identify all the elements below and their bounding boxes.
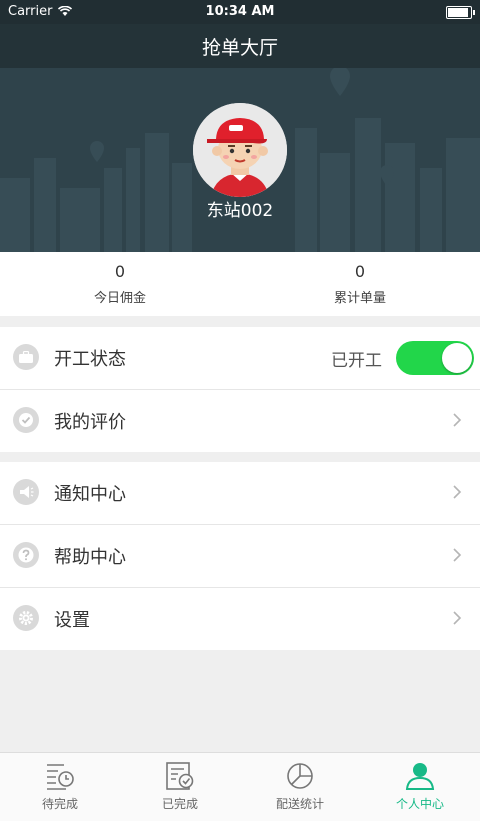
notification-center-label: 通知中心	[54, 484, 126, 505]
tab-label: 个人中心	[395, 797, 444, 811]
chevron-right-icon	[453, 548, 462, 562]
stats-bar: 0 今日佣金 0 累计单量	[0, 252, 480, 316]
tab-delivery-stats[interactable]: 配送统计	[240, 753, 360, 821]
settings-row[interactable]: 设置	[0, 588, 480, 650]
toggle-knob	[442, 343, 472, 373]
stat-today-commission[interactable]: 0 今日佣金	[0, 252, 240, 316]
tab-label: 已完成	[161, 797, 198, 811]
my-reviews-label: 我的评价	[54, 412, 126, 433]
stat-value: 0	[114, 262, 126, 281]
work-settings-group: 开工状态 已开工 我的评价	[0, 327, 480, 452]
work-status-toggle[interactable]	[396, 341, 474, 375]
question-mark-icon	[13, 542, 39, 568]
help-center-row[interactable]: 帮助中心	[0, 525, 480, 588]
avatar[interactable]	[193, 103, 287, 197]
stat-label: 今日佣金	[93, 291, 146, 306]
info-menu-group: 通知中心 帮助中心 设置	[0, 462, 480, 650]
megaphone-icon	[13, 479, 39, 505]
clock: 10:34 AM	[205, 4, 275, 19]
work-status-text: 已开工	[331, 350, 382, 371]
chevron-right-icon	[453, 413, 462, 427]
tab-profile[interactable]: 个人中心	[360, 753, 480, 821]
user-icon	[405, 763, 435, 790]
tab-label: 配送统计	[275, 797, 324, 811]
tab-pending[interactable]: 待完成	[0, 753, 120, 821]
notification-center-row[interactable]: 通知中心	[0, 462, 480, 525]
page-title: 抢单大厅	[201, 36, 278, 59]
help-center-label: 帮助中心	[54, 547, 126, 568]
tab-completed[interactable]: 已完成	[120, 753, 240, 821]
nav-bar: 抢单大厅	[0, 24, 480, 68]
stat-value: 0	[354, 262, 366, 281]
my-reviews-row[interactable]: 我的评价	[0, 390, 480, 452]
chevron-right-icon	[453, 611, 462, 625]
gear-icon	[13, 605, 39, 631]
chevron-right-icon	[453, 485, 462, 499]
username: 东站002	[206, 201, 274, 221]
settings-label: 设置	[54, 610, 90, 631]
profile-header: 东站002	[0, 68, 480, 252]
badge-check-icon	[13, 407, 39, 433]
status-bar: Carrier 10:34 AM	[0, 0, 480, 24]
battery-icon	[446, 6, 475, 19]
work-status-row: 开工状态 已开工	[0, 327, 480, 390]
courier-avatar-illustration	[193, 103, 287, 197]
pending-orders-icon	[47, 764, 74, 790]
stat-label: 累计单量	[333, 291, 386, 306]
tab-label: 待完成	[41, 797, 78, 811]
work-status-label: 开工状态	[54, 349, 126, 370]
stat-total-orders[interactable]: 0 累计单量	[240, 252, 480, 316]
completed-orders-icon	[166, 762, 194, 790]
pie-chart-icon	[287, 763, 313, 789]
tab-bar: 待完成 已完成 配送统计 个人中心	[0, 752, 480, 821]
briefcase-icon	[13, 344, 39, 370]
